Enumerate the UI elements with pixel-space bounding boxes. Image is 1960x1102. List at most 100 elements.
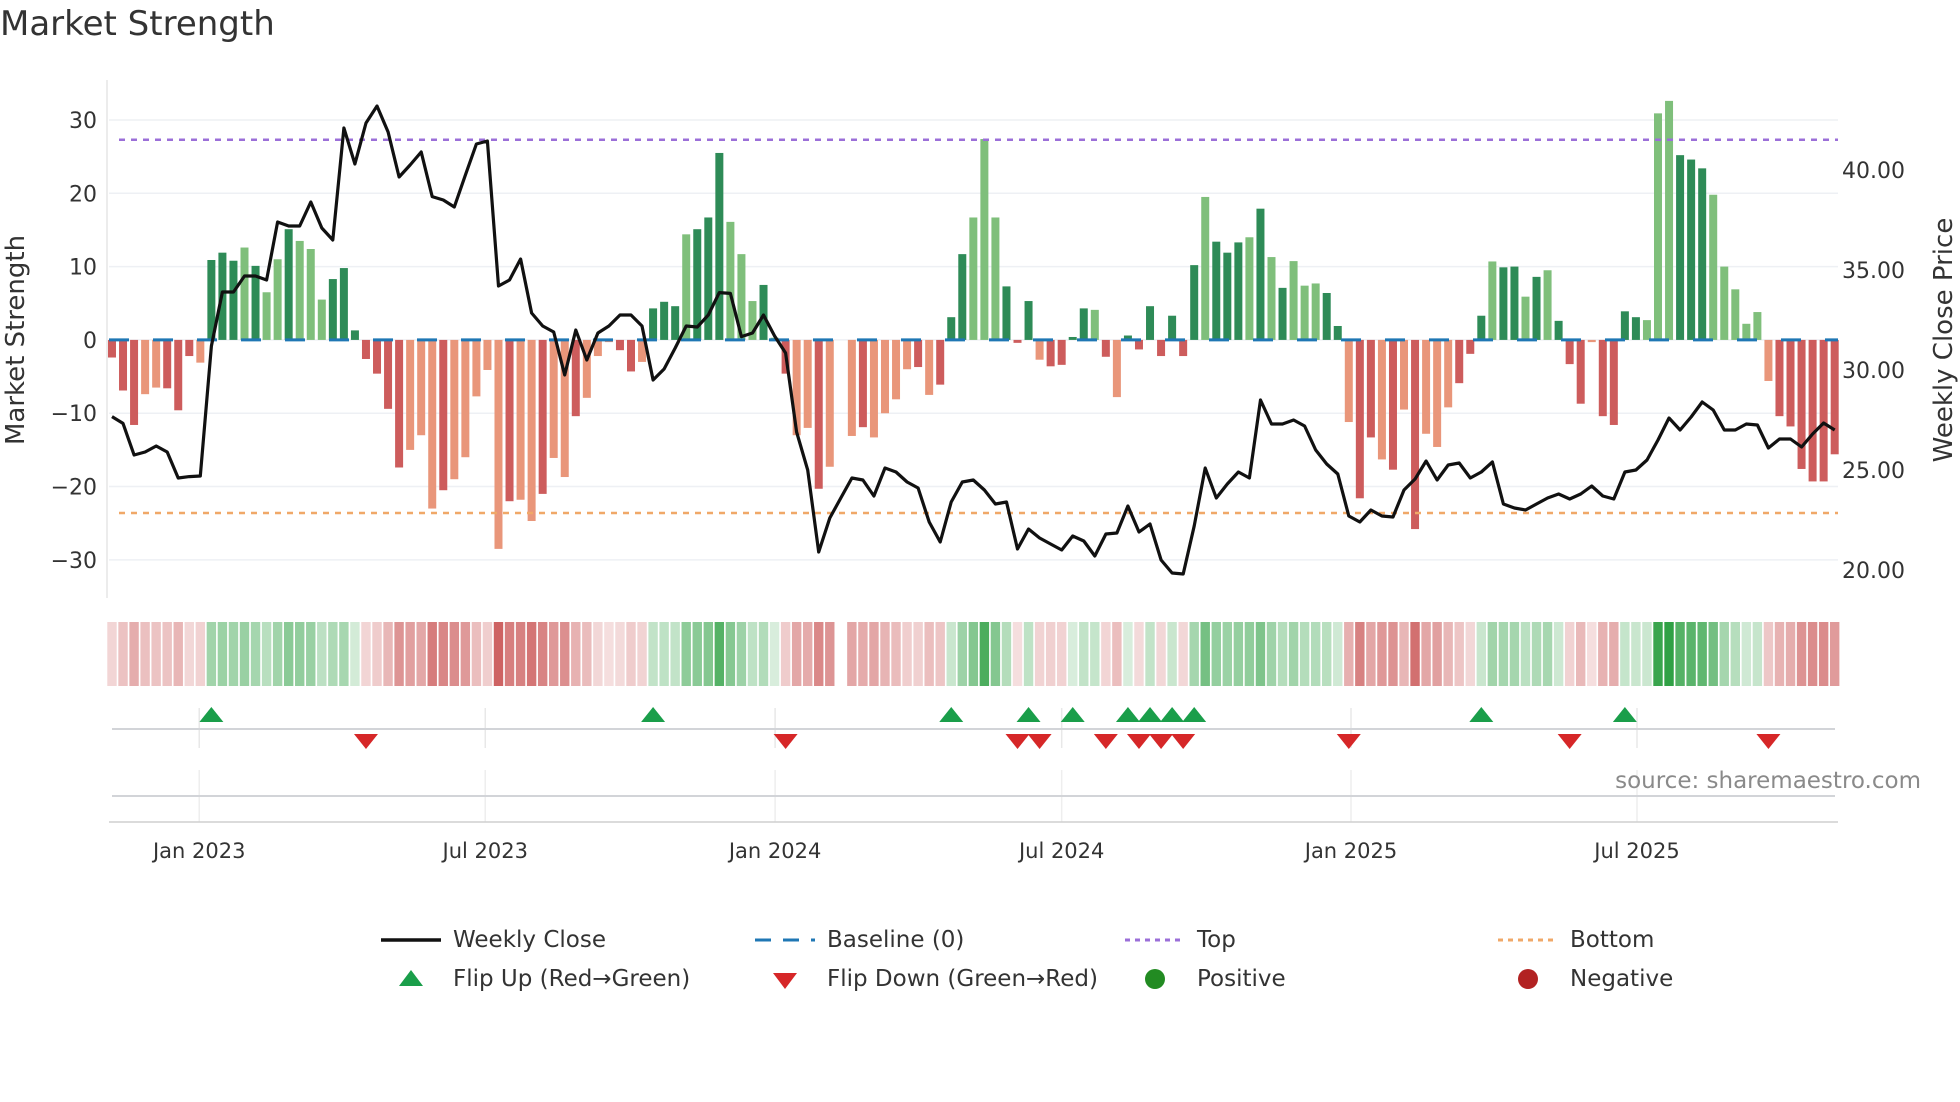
strength-strip-cell bbox=[1134, 622, 1144, 686]
strength-bar-positive bbox=[295, 240, 304, 340]
strength-strip-cell bbox=[1465, 622, 1475, 686]
strength-bar-negative bbox=[196, 339, 205, 363]
flip-down-marker bbox=[1126, 734, 1151, 749]
strength-strip-cell bbox=[283, 622, 294, 686]
strength-bar-negative bbox=[825, 339, 834, 467]
strength-strip-cell bbox=[1123, 622, 1133, 686]
strength-bar-negative bbox=[361, 339, 370, 359]
flip-up-marker bbox=[1182, 707, 1207, 722]
strength-strip-cell bbox=[162, 622, 172, 686]
strength-bar-negative bbox=[1598, 339, 1607, 417]
strength-bar-positive bbox=[991, 217, 1000, 340]
strength-strip-cell bbox=[339, 622, 349, 686]
strength-bar-negative bbox=[1764, 339, 1773, 381]
strength-bar-positive bbox=[947, 317, 956, 340]
strength-bar-positive bbox=[1554, 320, 1563, 340]
strength-strip-cell bbox=[1222, 622, 1233, 686]
strength-strip-cell bbox=[1299, 622, 1310, 686]
strength-strip-cell bbox=[1653, 622, 1663, 686]
strength-strip-cell bbox=[1564, 622, 1575, 686]
strength-strip-cell bbox=[791, 622, 802, 686]
strength-strip-cell bbox=[736, 622, 747, 686]
strength-strip-cell bbox=[957, 622, 967, 686]
strength-bar-positive bbox=[1477, 315, 1486, 340]
strength-bar-positive bbox=[1698, 168, 1707, 340]
flip-down-marker bbox=[773, 734, 798, 749]
strength-bar-positive bbox=[1223, 252, 1232, 340]
strength-strip-cell bbox=[471, 622, 482, 686]
strength-strip-cell bbox=[328, 622, 338, 686]
strength-strip-cell bbox=[306, 622, 316, 686]
strength-bar-negative bbox=[1786, 339, 1795, 427]
strength-bar-positive bbox=[1676, 155, 1685, 340]
strength-strip-cell bbox=[747, 622, 758, 686]
strength-bar-negative bbox=[627, 339, 636, 372]
strength-bar-negative bbox=[1797, 339, 1806, 469]
strength-bar-negative bbox=[461, 339, 470, 458]
strength-bar-negative bbox=[395, 339, 404, 468]
strength-bar-positive bbox=[682, 234, 691, 340]
strength-bar-positive bbox=[660, 301, 669, 340]
strength-strip-cell bbox=[703, 622, 714, 686]
strength-bar-negative bbox=[1046, 339, 1055, 367]
strength-strip-cell bbox=[394, 622, 404, 686]
strength-strip-cell bbox=[968, 622, 979, 686]
strength-strip-cell bbox=[460, 622, 471, 686]
strength-bar-negative bbox=[803, 339, 812, 428]
strength-bar-positive bbox=[1543, 270, 1552, 340]
strength-bar-positive bbox=[1742, 323, 1751, 340]
strength-strip-cell bbox=[571, 622, 581, 686]
y-tick-label: 20 bbox=[69, 182, 97, 207]
strength-bar-negative bbox=[880, 339, 889, 414]
strength-strip-cell bbox=[615, 622, 625, 686]
strength-strip-cell bbox=[427, 622, 437, 686]
flip-down-marker bbox=[1171, 734, 1196, 749]
strength-strip-cell bbox=[1068, 622, 1078, 686]
strength-strip-cell bbox=[1377, 622, 1387, 686]
strength-bar-positive bbox=[1068, 336, 1077, 340]
strength-strip-cell bbox=[1785, 622, 1796, 686]
strength-strip-cell bbox=[560, 622, 570, 686]
strength-bar-negative bbox=[141, 339, 150, 395]
triangle-down-icon bbox=[755, 964, 815, 994]
strength-bar-positive bbox=[262, 292, 271, 340]
flip-up-marker bbox=[1115, 707, 1140, 722]
strength-strip-cell bbox=[1487, 622, 1498, 686]
strength-strip-cell bbox=[250, 622, 261, 686]
legend-positive: Positive bbox=[1125, 964, 1286, 994]
strength-strip-cell bbox=[725, 622, 736, 686]
y2-tick-label: 25.00 bbox=[1842, 459, 1905, 484]
strength-bar-positive bbox=[1079, 308, 1088, 340]
strength-bar-negative bbox=[450, 339, 459, 480]
strength-strip-cell bbox=[1807, 622, 1818, 686]
flip-down-marker bbox=[353, 734, 378, 749]
strength-bar-positive bbox=[350, 330, 359, 340]
strength-bar-positive bbox=[1709, 194, 1718, 340]
strength-strip-cell bbox=[1200, 622, 1210, 686]
y-tick-label: 10 bbox=[69, 256, 97, 281]
strength-bar-negative bbox=[1444, 339, 1453, 408]
y2-tick-label: 30.00 bbox=[1842, 359, 1905, 384]
strength-strip-cell bbox=[1001, 622, 1012, 686]
strength-bar-positive bbox=[1311, 283, 1320, 340]
strength-bar-positive bbox=[1212, 241, 1221, 340]
strength-bar-negative bbox=[1609, 339, 1618, 425]
strength-strip-cell bbox=[1355, 622, 1365, 686]
strength-strip-cell bbox=[1686, 622, 1696, 686]
y2-tick-label: 35.00 bbox=[1842, 259, 1905, 284]
strength-strip-cell bbox=[604, 622, 614, 686]
strength-bar-negative bbox=[549, 339, 558, 458]
strength-bar-negative bbox=[119, 339, 128, 391]
strength-strip-cell bbox=[1288, 622, 1299, 686]
strength-bar-negative bbox=[1411, 339, 1420, 530]
market-strength-chart: 30 20 10 0 −10 −20 −30 40.00 35.00 30.00 25.00 20.0… bbox=[1, 80, 1959, 863]
strength-bar-negative bbox=[1775, 339, 1784, 417]
strength-strip-cell bbox=[228, 622, 239, 686]
strength-bar-positive bbox=[1653, 113, 1662, 340]
strength-strip-cell bbox=[626, 622, 636, 686]
legend-negative: Negative bbox=[1498, 964, 1673, 994]
flip-up-marker bbox=[199, 707, 224, 722]
strength-bar-positive bbox=[1090, 309, 1099, 340]
strength-bar-positive bbox=[240, 247, 249, 340]
strength-strip-cell bbox=[1344, 622, 1354, 686]
